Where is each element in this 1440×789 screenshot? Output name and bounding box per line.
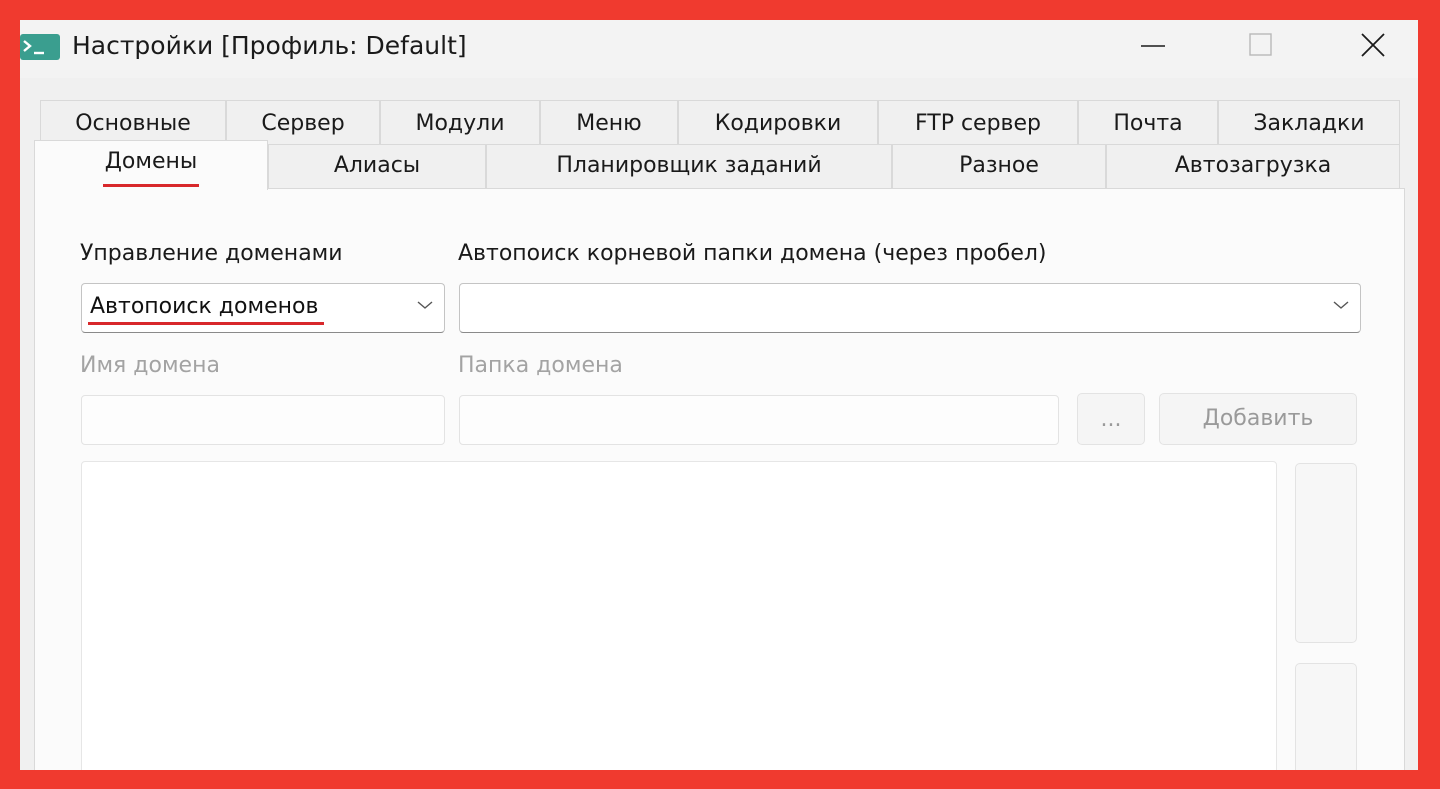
side-button-top[interactable] (1295, 463, 1357, 643)
tab-domains[interactable]: Домены (34, 140, 268, 190)
autosearch-label: Автопоиск корневой папки домена (через п… (458, 241, 1047, 266)
tab-underline (102, 184, 200, 187)
tab-menu[interactable]: Меню (540, 100, 678, 144)
tab-domains-label: Домены (104, 149, 198, 174)
tab-ftp-server[interactable]: FTP сервер (878, 100, 1078, 144)
autosearch-folder-select[interactable] (459, 283, 1361, 333)
domain-management-label: Управление доменами (80, 241, 343, 266)
tab-aliases[interactable]: Алиасы (268, 144, 486, 188)
settings-window: Настройки [Профиль: Default] Основные Се… (20, 20, 1418, 770)
title-bar: Настройки [Профиль: Default] (20, 20, 1418, 78)
chevron-down-icon (1333, 301, 1349, 309)
tab-server[interactable]: Сервер (226, 100, 380, 144)
tab-scheduler[interactable]: Планировщик заданий (486, 144, 892, 188)
close-icon (1361, 33, 1385, 57)
domains-panel: Управление доменами Автопоиск корневой п… (34, 188, 1405, 770)
tab-autostart[interactable]: Автозагрузка (1106, 144, 1400, 188)
domain-folder-label: Папка домена (458, 353, 623, 378)
chevron-down-icon (417, 301, 433, 309)
browse-button[interactable]: ... (1077, 393, 1145, 445)
tab-bookmarks[interactable]: Закладки (1218, 100, 1400, 144)
tab-control: Основные Сервер Модули Меню Кодировки FT… (20, 78, 1418, 770)
tab-encodings[interactable]: Кодировки (678, 100, 878, 144)
domain-folder-input[interactable] (459, 395, 1059, 445)
window-title: Настройки [Профиль: Default] (72, 31, 467, 60)
terminal-icon (20, 34, 60, 60)
minimize-button[interactable] (1114, 20, 1194, 72)
domain-name-label: Имя домена (80, 353, 220, 378)
domains-list[interactable] (81, 461, 1277, 770)
close-button[interactable] (1332, 20, 1412, 72)
domain-name-input[interactable] (81, 395, 445, 445)
maximize-icon (1249, 33, 1272, 56)
tab-basic[interactable]: Основные (40, 100, 226, 144)
tab-misc[interactable]: Разное (892, 144, 1106, 188)
minimize-icon (1141, 45, 1165, 47)
maximize-button[interactable] (1220, 20, 1300, 72)
domain-management-select[interactable]: Автопоиск доменов (81, 283, 445, 333)
value-underline (88, 322, 325, 325)
domain-management-value: Автопоиск доменов (90, 294, 319, 319)
tab-modules[interactable]: Модули (380, 100, 540, 144)
side-button-bottom[interactable] (1295, 663, 1357, 770)
add-domain-button[interactable]: Добавить (1159, 393, 1357, 445)
tab-mail[interactable]: Почта (1078, 100, 1218, 144)
